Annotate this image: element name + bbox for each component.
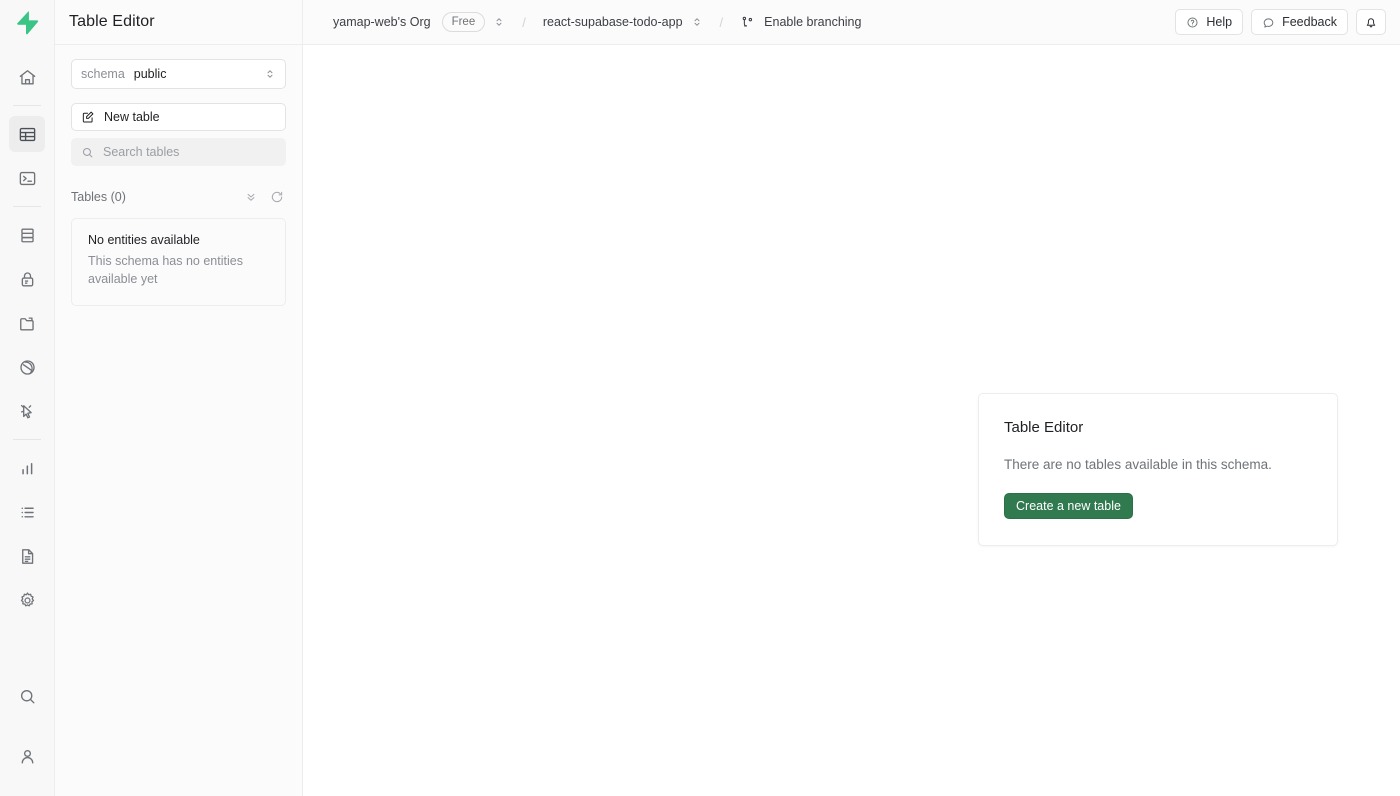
rail-bottom-items <box>9 666 45 796</box>
chevrons-down-icon[interactable] <box>244 190 258 204</box>
breadcrumb-org[interactable]: yamap-web's Org <box>333 15 431 29</box>
question-circle-icon <box>1186 16 1199 29</box>
table-icon <box>18 125 37 144</box>
schema-selector-label: schema <box>81 67 125 81</box>
home-icon <box>18 68 37 87</box>
edge-functions-icon <box>18 402 37 421</box>
feedback-button-label: Feedback <box>1282 15 1337 29</box>
primary-icon-rail <box>0 0 55 796</box>
search-icon <box>18 687 37 706</box>
document-icon <box>18 547 37 566</box>
table-editor-sidebar: Table Editor schema public New table Sea… <box>55 0 303 796</box>
schema-selector-value: public <box>133 67 167 81</box>
empty-state-card: Table Editor There are no tables availab… <box>978 393 1338 546</box>
no-entities-description: This schema has no entities available ye… <box>88 254 243 286</box>
edit-square-icon <box>81 110 95 124</box>
breadcrumb-separator: / <box>719 14 724 30</box>
help-button[interactable]: Help <box>1175 9 1244 35</box>
chevron-up-down-icon <box>264 68 276 80</box>
rail-item-realtime[interactable] <box>9 349 45 385</box>
user-icon <box>18 747 37 766</box>
schema-selector[interactable]: schema public <box>71 59 286 89</box>
rail-item-search[interactable] <box>9 678 45 714</box>
list-icon <box>18 503 37 522</box>
new-table-button-label: New table <box>104 110 160 124</box>
search-tables-field[interactable] <box>71 138 286 166</box>
enable-branching-button[interactable]: Enable branching <box>740 15 861 30</box>
table-editor-canvas: Table Editor There are no tables availab… <box>303 45 1400 796</box>
project-switcher-chevron-icon[interactable] <box>691 16 703 28</box>
breadcrumb-project[interactable]: react-supabase-todo-app <box>543 15 683 29</box>
supabase-logo[interactable] <box>0 0 55 45</box>
lock-icon <box>18 270 37 289</box>
folder-icon <box>18 314 37 333</box>
tables-count-label: Tables (0) <box>71 190 126 204</box>
rail-item-reports[interactable] <box>9 450 45 486</box>
sidebar-header: Table Editor <box>55 0 302 45</box>
topbar-actions: Help Feedback <box>1175 9 1386 35</box>
terminal-icon <box>18 169 37 188</box>
no-entities-title: No entities available <box>88 233 200 247</box>
notifications-button[interactable] <box>1356 9 1386 35</box>
rail-divider <box>13 439 41 440</box>
create-new-table-button[interactable]: Create a new table <box>1004 493 1133 519</box>
chat-bubble-icon <box>1262 16 1275 29</box>
org-switcher-chevron-icon[interactable] <box>493 16 505 28</box>
empty-state-description: There are no tables available in this sc… <box>1004 457 1272 472</box>
rail-item-database[interactable] <box>9 217 45 253</box>
database-icon <box>18 226 37 245</box>
bar-chart-icon <box>18 459 37 478</box>
rail-item-storage[interactable] <box>9 305 45 341</box>
sidebar-body: schema public New table Search tables Ta… <box>55 45 302 796</box>
plan-badge[interactable]: Free <box>441 12 486 32</box>
breadcrumb-topbar: yamap-web's Org Free / react-supabase-to… <box>303 0 1400 45</box>
rail-item-home[interactable] <box>9 59 45 95</box>
tables-header-actions <box>244 190 284 204</box>
rail-item-project-settings[interactable] <box>9 582 45 618</box>
enable-branching-label: Enable branching <box>764 15 862 29</box>
rail-item-logs[interactable] <box>9 494 45 530</box>
main-area: yamap-web's Org Free / react-supabase-to… <box>303 0 1400 796</box>
gear-icon <box>18 591 37 610</box>
git-branch-icon <box>740 15 755 30</box>
rail-item-list <box>9 45 45 622</box>
rail-item-account[interactable] <box>9 738 45 774</box>
tables-section-header: Tables (0) <box>71 190 286 204</box>
empty-state-title: Table Editor <box>1004 419 1084 436</box>
app-root: Table Editor schema public New table Sea… <box>0 0 1400 796</box>
feedback-button[interactable]: Feedback <box>1251 9 1348 35</box>
search-tables-input[interactable] <box>103 145 276 159</box>
rail-item-edge-functions[interactable] <box>9 393 45 429</box>
breadcrumb-separator: / <box>522 14 526 30</box>
page-title: Table Editor <box>69 13 155 30</box>
rail-item-authentication[interactable] <box>9 261 45 297</box>
bell-icon <box>1364 15 1378 29</box>
rail-item-table-editor[interactable] <box>9 116 45 152</box>
rail-item-sql-editor[interactable] <box>9 160 45 196</box>
new-table-button[interactable]: New table <box>71 103 286 131</box>
rail-divider <box>13 105 41 106</box>
realtime-icon <box>18 358 37 377</box>
help-button-label: Help <box>1206 15 1233 29</box>
refresh-icon[interactable] <box>270 190 284 204</box>
no-entities-panel: No entities available This schema has no… <box>71 218 286 306</box>
search-icon <box>81 146 94 159</box>
rail-divider <box>13 206 41 207</box>
rail-item-api-docs[interactable] <box>9 538 45 574</box>
